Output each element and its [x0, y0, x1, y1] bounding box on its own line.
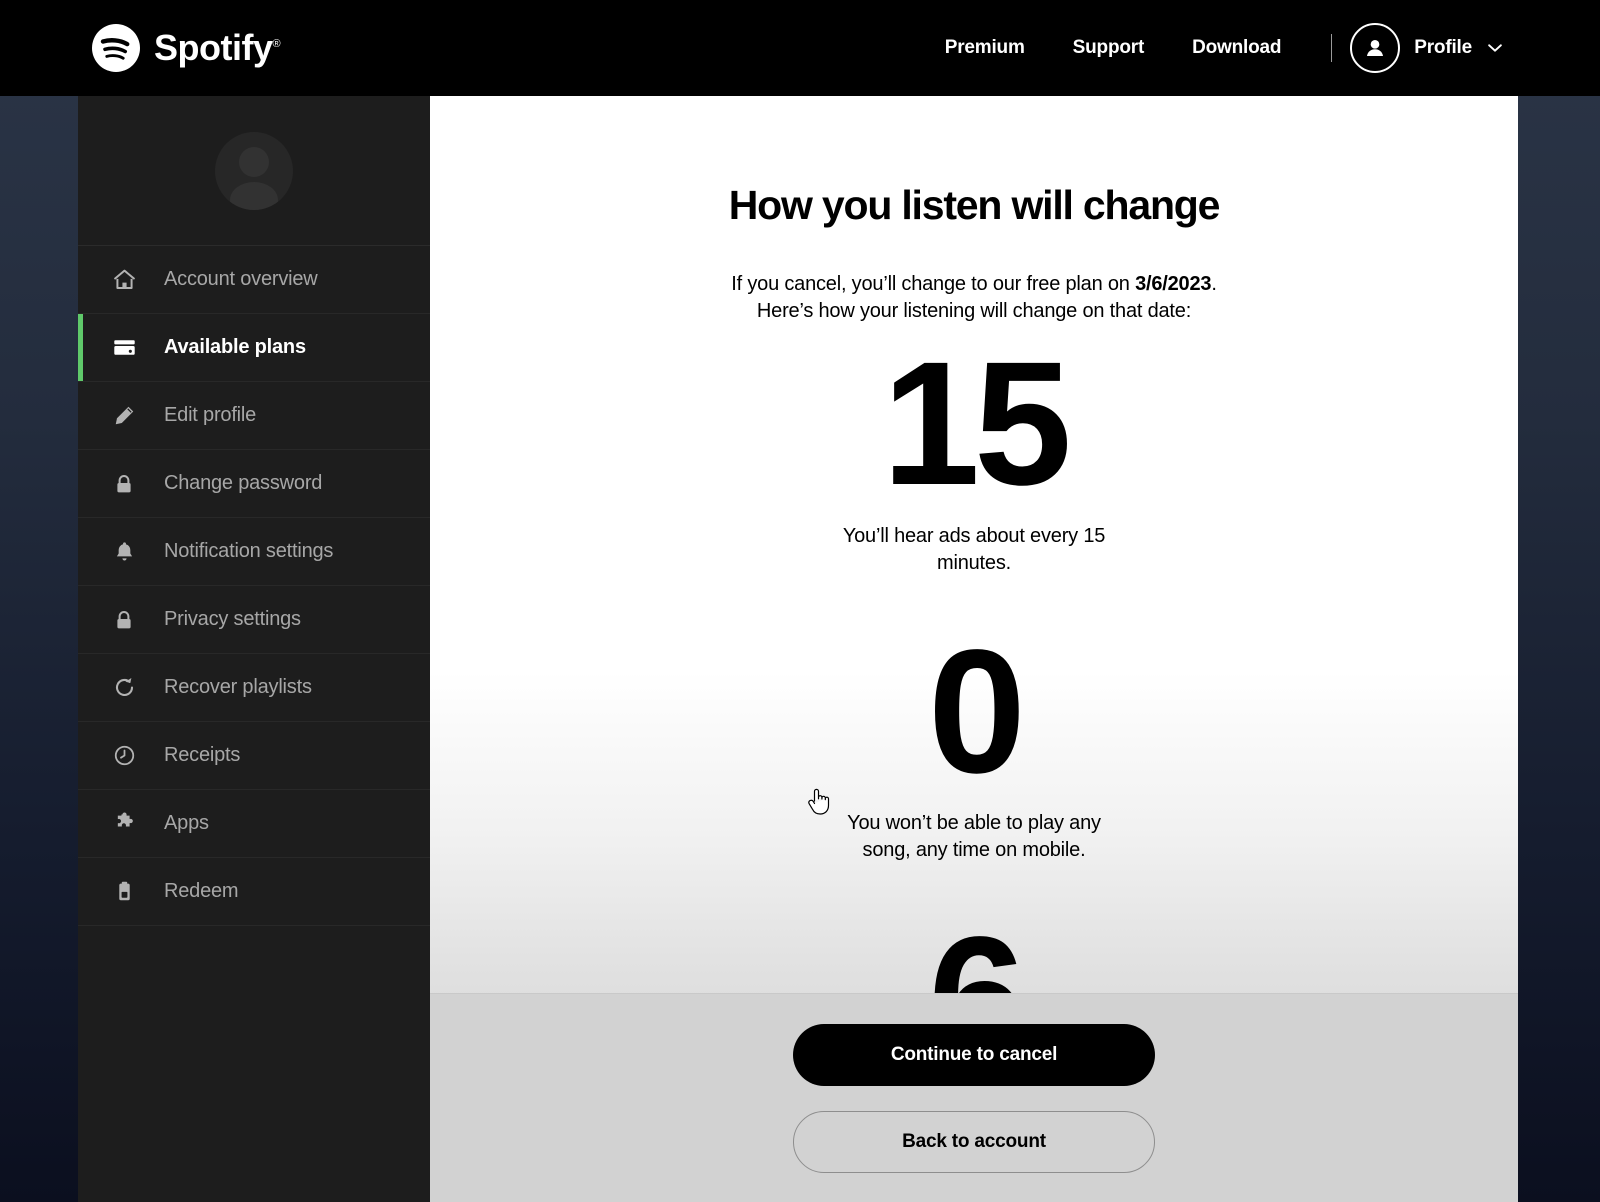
back-to-account-button[interactable]: Back to account — [793, 1111, 1155, 1173]
top-navigation: Premium Support Download Profile — [921, 0, 1504, 96]
gift-card-icon — [112, 879, 164, 904]
cta-footer: Continue to cancel Back to account — [430, 993, 1518, 1202]
sidebar-item-label: Redeem — [164, 880, 239, 902]
active-indicator — [78, 450, 83, 517]
spotify-mark-icon — [92, 24, 140, 72]
credit-card-icon — [112, 335, 164, 360]
sidebar-item-redeem[interactable]: Redeem — [78, 858, 430, 926]
sidebar-item-recover-playlists[interactable]: Recover playlists — [78, 654, 430, 722]
sidebar-item-label: Receipts — [164, 744, 241, 766]
lede-line2: Here’s how your listening will change on… — [756, 300, 1192, 322]
cancel-explanation: If you cancel, you’ll change to our free… — [430, 271, 1518, 325]
sidebar-item-change-password[interactable]: Change password — [78, 450, 430, 518]
sidebar-item-privacy-settings[interactable]: Privacy settings — [78, 586, 430, 654]
top-header: Spotify® Premium Support Download Profil… — [0, 0, 1600, 96]
main-content: How you listen will change If you cancel… — [430, 96, 1518, 1202]
stat-caption: You’ll hear ads about every 15 minutes. — [842, 524, 1106, 574]
nav-link-premium[interactable]: Premium — [921, 37, 1049, 59]
active-indicator — [78, 790, 83, 857]
lock-icon — [112, 608, 164, 632]
sidebar-item-account-overview[interactable]: Account overview — [78, 246, 430, 314]
active-indicator — [78, 246, 83, 313]
active-indicator — [78, 518, 83, 585]
sidebar-item-notification-settings[interactable]: Notification settings — [78, 518, 430, 586]
cancel-date: 3/6/2023 — [1135, 273, 1212, 295]
active-indicator — [78, 722, 83, 789]
stat-number: 0 — [928, 613, 1026, 810]
sidebar-item-edit-profile[interactable]: Edit profile — [78, 382, 430, 450]
active-indicator — [78, 654, 83, 721]
sidebar-item-label: Apps — [164, 812, 209, 834]
active-indicator — [78, 314, 83, 381]
nav-divider — [1331, 34, 1333, 62]
sidebar-item-label: Notification settings — [164, 540, 334, 562]
continue-to-cancel-button[interactable]: Continue to cancel — [793, 1024, 1155, 1086]
trademark-symbol: ® — [272, 38, 281, 50]
sidebar-avatar-block — [78, 96, 430, 246]
home-icon — [112, 267, 164, 292]
lede-prefix: If you cancel, you’ll change to our free… — [731, 273, 1136, 295]
sidebar-item-label: Account overview — [164, 268, 318, 290]
stat-block-ads: 15 You’ll hear ads about every 15 minute… — [430, 326, 1518, 577]
brand-wordmark: Spotify® — [154, 27, 281, 68]
stat-block-mobile-songs: 0 You won’t be able to play any song, an… — [430, 613, 1518, 865]
user-circle-icon — [1350, 23, 1401, 73]
user-avatar-placeholder-icon — [215, 131, 293, 210]
puzzle-piece-icon — [112, 811, 164, 836]
nav-link-download[interactable]: Download — [1168, 37, 1305, 59]
sidebar-item-receipts[interactable]: Receipts — [78, 722, 430, 790]
nav-link-support[interactable]: Support — [1049, 37, 1168, 59]
sidebar-item-label: Privacy settings — [164, 608, 301, 630]
stat-caption: You won’t be able to play any song, any … — [847, 812, 1101, 862]
account-sidebar: Account overview Available plans Edit pr… — [78, 96, 430, 1202]
sidebar-item-label: Edit profile — [164, 404, 257, 426]
chevron-down-icon — [1486, 39, 1504, 57]
clock-icon — [112, 743, 164, 768]
app-window: Account overview Available plans Edit pr… — [78, 96, 1518, 1202]
bell-icon — [112, 539, 164, 564]
sidebar-item-label: Recover playlists — [164, 676, 312, 698]
lock-icon — [112, 472, 164, 496]
active-indicator — [78, 382, 83, 449]
stat-number: 15 — [882, 326, 1072, 522]
lede-suffix: . — [1211, 273, 1217, 295]
sidebar-item-label: Change password — [164, 472, 323, 494]
sidebar-item-apps[interactable]: Apps — [78, 790, 430, 858]
page-title: How you listen will change — [728, 182, 1221, 228]
active-indicator — [78, 858, 83, 925]
profile-menu-button[interactable]: Profile — [1350, 23, 1504, 73]
profile-label: Profile — [1414, 37, 1472, 58]
pencil-icon — [112, 403, 164, 428]
sidebar-item-available-plans[interactable]: Available plans — [78, 314, 430, 382]
sidebar-item-label: Available plans — [164, 336, 306, 358]
spotify-logo[interactable]: Spotify® — [92, 0, 281, 96]
active-indicator — [78, 586, 83, 653]
refresh-icon — [112, 675, 164, 700]
